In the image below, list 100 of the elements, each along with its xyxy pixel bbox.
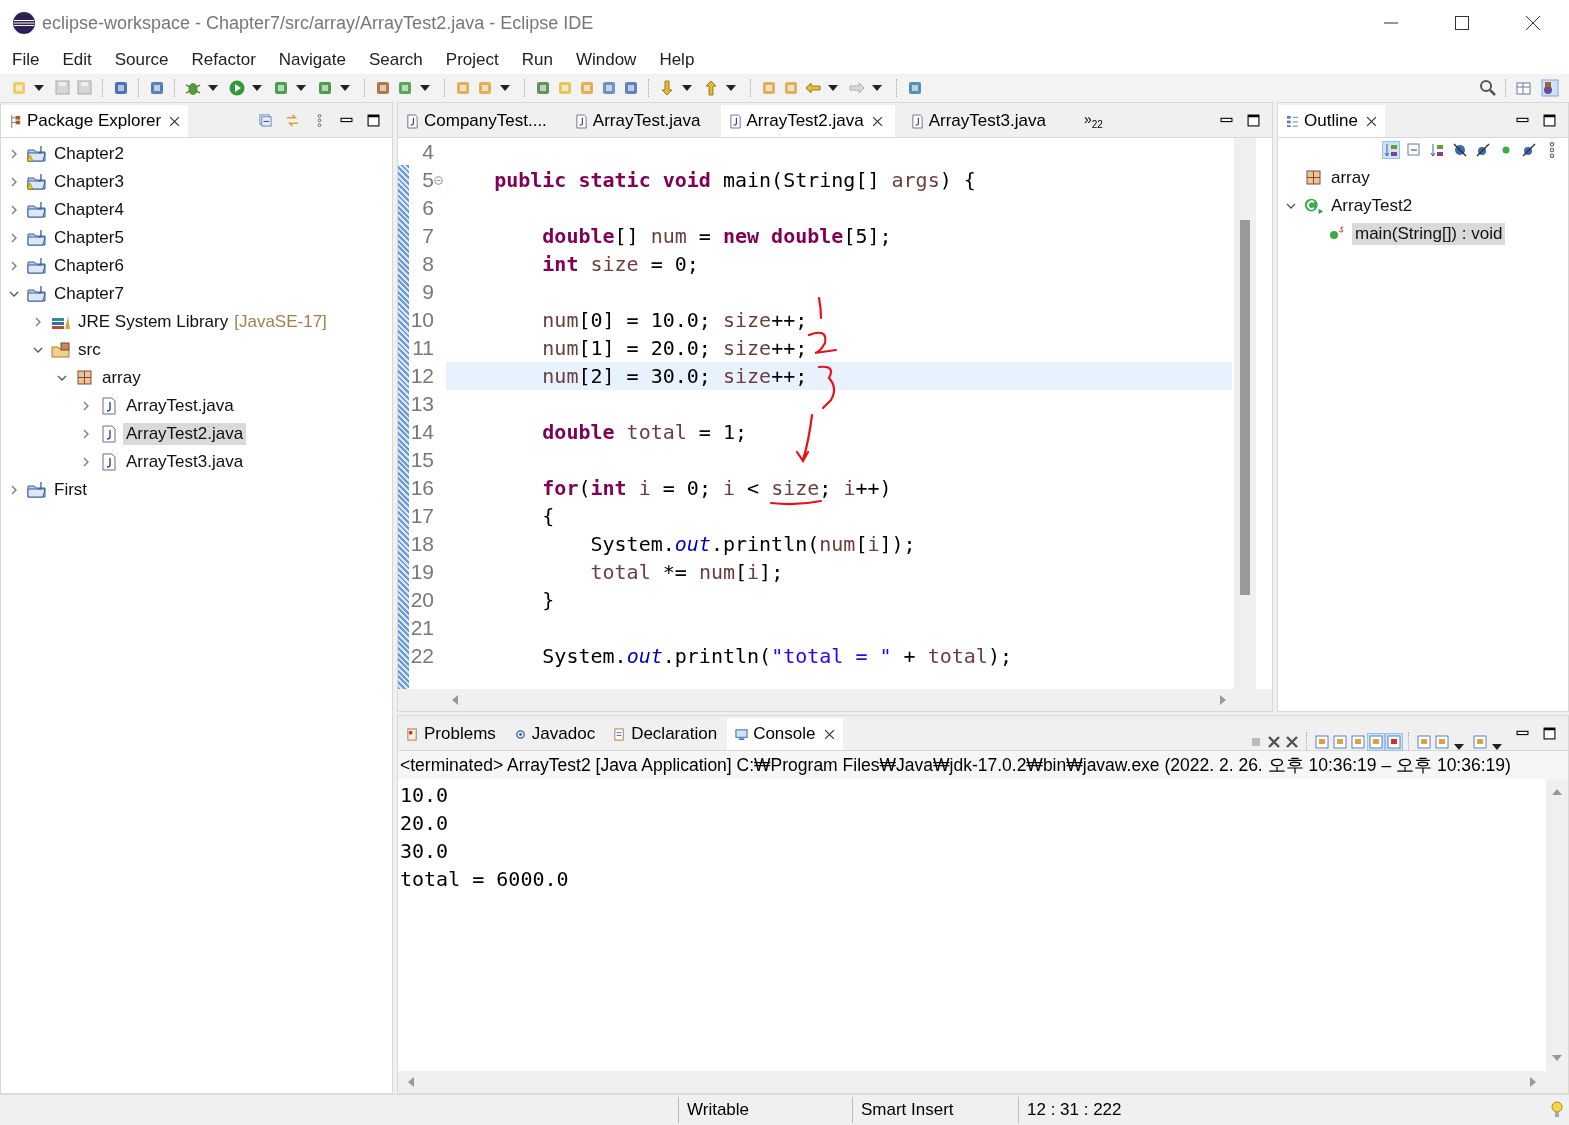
fold-toggle-icon[interactable] [434,175,443,185]
tab-label: Package Explorer [27,111,162,131]
chevron-right-icon[interactable] [81,457,91,467]
caret-icon[interactable] [500,85,510,91]
chevron-right-icon[interactable] [9,177,19,187]
caret-icon[interactable] [682,85,692,91]
menu-item[interactable]: Source [114,50,169,70]
caret-icon[interactable] [420,85,430,91]
chevron-right-icon[interactable] [9,261,19,271]
chevron-right-icon[interactable] [33,317,43,327]
editor-tab[interactable]: ArrayTest2.java [720,105,895,137]
search-icon[interactable] [1479,79,1497,97]
maximize-icon[interactable] [1247,113,1260,127]
caret-icon[interactable] [252,85,262,91]
maximize-window-icon[interactable] [1454,15,1470,31]
tree-item[interactable]: array [1328,167,1373,189]
view-tab[interactable]: Problems [398,718,504,750]
view-tab[interactable]: Console [727,718,843,750]
tree-item[interactable]: Chapter6 [51,255,127,277]
maximize-icon[interactable] [1543,113,1556,127]
editor-tab[interactable]: ArrayTest3.java [902,105,1058,137]
horizontal-scrollbar[interactable] [398,689,1272,711]
scroll-right-icon[interactable] [1528,1077,1538,1087]
menu-item[interactable]: File [12,50,40,70]
scroll-left-icon[interactable] [406,1077,416,1087]
vertical-scrollbar[interactable] [1546,779,1568,1071]
line-number: 5 [421,168,434,192]
horizontal-scrollbar[interactable] [398,1071,1568,1093]
close-window-icon[interactable] [1525,15,1541,31]
menu-item[interactable]: Edit [62,50,92,70]
line-number: 15 [409,448,434,472]
package-explorer-tab[interactable]: Package Explorer [1,105,189,137]
editor-tab[interactable]: CompanyTest.... [398,105,559,137]
chevron-right-icon[interactable] [81,429,91,439]
menu-item[interactable]: Run [521,50,553,70]
tree-item[interactable]: ArrayTest.java [123,395,237,417]
remove-all-launches-icon[interactable] [1284,734,1300,750]
caret-icon[interactable] [726,85,736,91]
menu-item[interactable]: Window [575,50,637,70]
hide-static-icon[interactable] [1475,142,1491,158]
tree-item[interactable]: ArrayTest3.java [123,451,247,473]
sort-icon[interactable] [1383,142,1399,158]
open-perspective-icon[interactable] [1515,79,1533,97]
menu-item[interactable]: Navigate [278,50,346,70]
hide-fields-icon[interactable] [1452,142,1468,158]
chevron-right-icon[interactable] [9,233,19,243]
maximize-icon[interactable] [367,113,380,127]
editor-tab[interactable]: ArrayTest.java [566,105,713,137]
scroll-right-icon[interactable] [1218,695,1228,705]
hidden-tabs-count[interactable]: »$_{22}$ [1083,110,1103,130]
chevron-down-icon[interactable] [33,345,43,355]
tree-item[interactable]: Chapter4 [51,199,127,221]
tree-item[interactable]: src [75,339,104,361]
close-icon[interactable] [169,115,181,127]
chevron-right-icon[interactable] [9,149,19,159]
line-number: 14 [409,420,434,444]
tree-item[interactable]: First [51,479,91,501]
remove-launch-icon[interactable] [1266,734,1282,750]
vertical-scrollbar[interactable] [1234,138,1256,689]
chevron-right-icon[interactable] [81,401,91,411]
menu-item[interactable]: Refactor [191,50,256,70]
menu-item[interactable]: Search [368,50,423,70]
tree-item[interactable]: Chapter5 [51,227,127,249]
view-tab[interactable]: Javadoc [505,718,604,750]
caret-icon[interactable] [296,85,306,91]
chevron-down-icon[interactable] [1286,201,1296,211]
scroll-down-icon[interactable] [1552,1053,1562,1063]
menu-item[interactable]: Help [659,50,695,70]
chevron-down-icon[interactable] [9,289,19,299]
sort-icon[interactable] [1429,142,1445,158]
caret-icon[interactable] [208,85,218,91]
tree-item[interactable]: JRE System Library [JavaSE-17] [75,311,330,333]
chevron-right-icon[interactable] [9,205,19,215]
view-tab[interactable]: Declaration [605,718,726,750]
caret-icon[interactable] [340,85,350,91]
close-icon[interactable] [823,728,835,740]
tree-item[interactable]: Chapter3 [51,171,127,193]
scroll-left-icon[interactable] [450,695,460,705]
collapse-all-icon[interactable] [259,113,272,127]
class-icon [1304,197,1324,215]
tree-item[interactable]: ArrayTest2.java [123,423,247,445]
chevron-right-icon[interactable] [9,485,19,495]
close-icon[interactable] [871,115,883,127]
tree-item[interactable]: ArrayTest2 [1328,195,1416,217]
caret-icon[interactable] [34,85,44,91]
outline-tab[interactable]: Outline [1278,105,1385,137]
hide-local-types-icon[interactable] [1521,142,1537,158]
caret-icon[interactable] [828,85,838,91]
run-icon[interactable] [228,79,246,97]
maximize-icon[interactable] [1543,726,1556,740]
tree-item[interactable]: Chapter2 [51,143,127,165]
status-item: Writable [678,1097,852,1123]
caret-icon[interactable] [872,85,882,91]
tree-item[interactable]: Chapter7 [51,283,127,305]
tree-item[interactable]: main(String[]) : void [1352,223,1506,245]
close-icon[interactable] [1365,115,1377,127]
tree-item[interactable]: array [99,367,144,389]
menu-item[interactable]: Project [445,50,499,70]
chevron-down-icon[interactable] [57,373,67,383]
scroll-up-icon[interactable] [1552,787,1562,797]
